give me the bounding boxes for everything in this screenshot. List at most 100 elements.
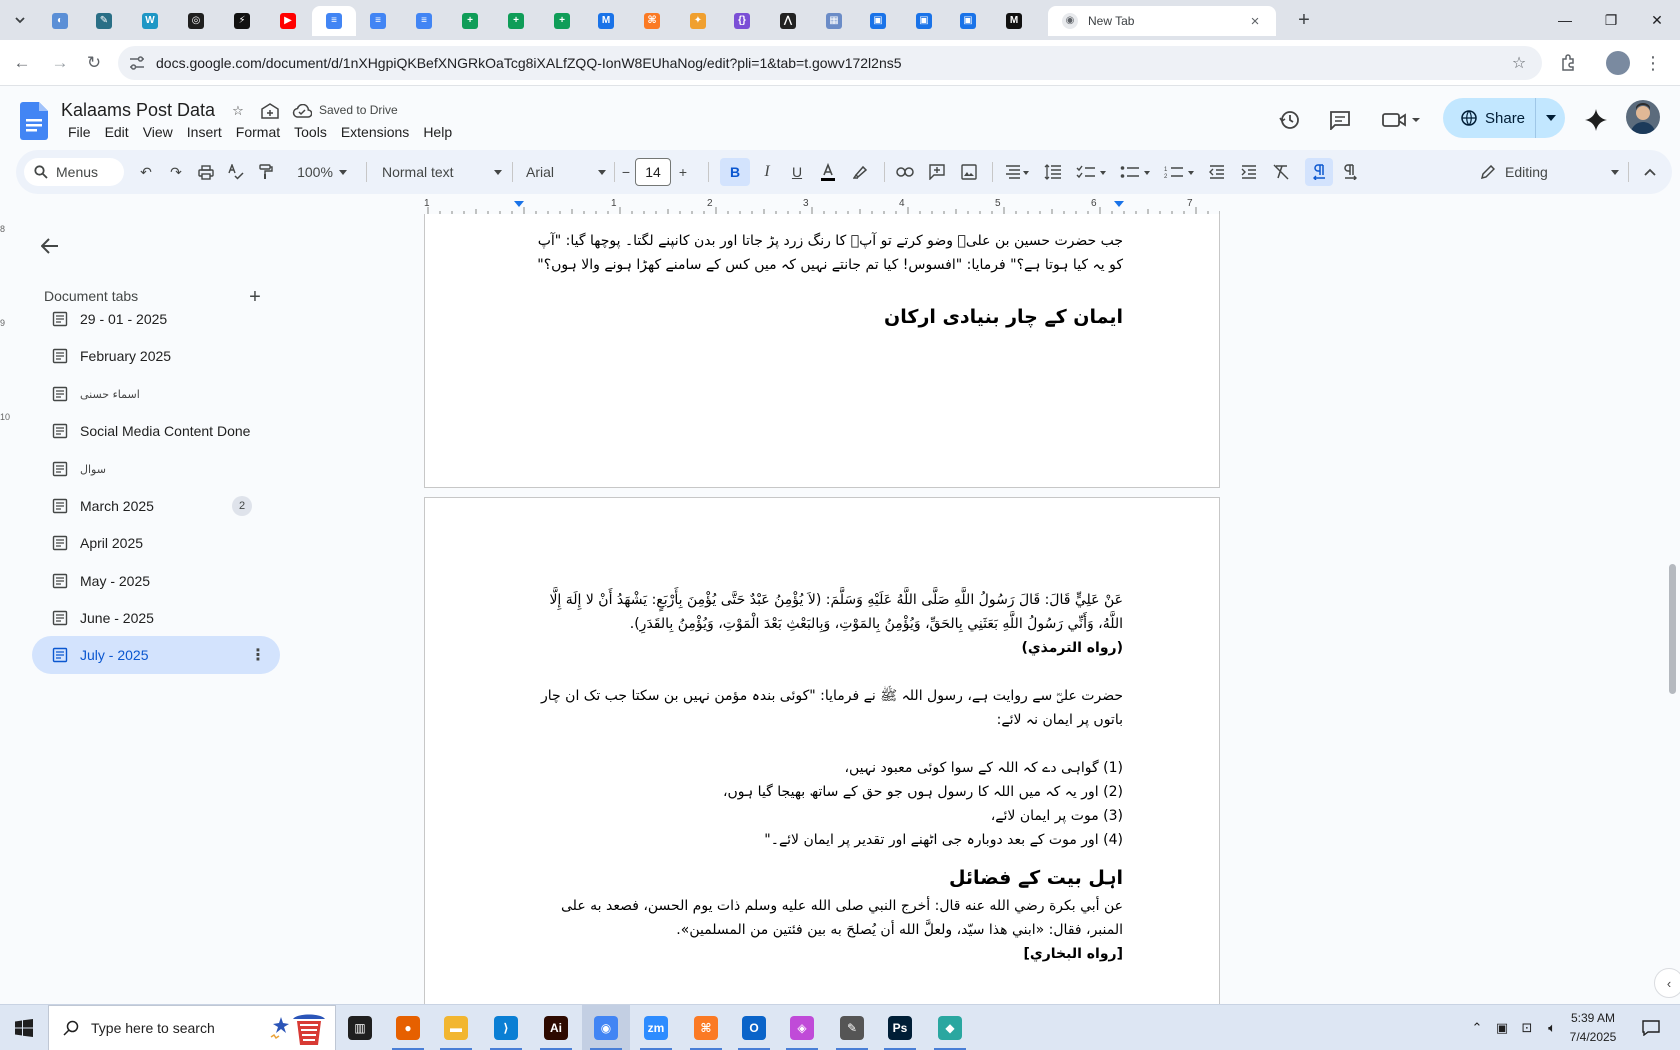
cloud-saved-icon[interactable]	[292, 102, 312, 120]
line-spacing-button[interactable]	[1039, 158, 1067, 186]
vertical-scrollbar[interactable]	[1664, 214, 1680, 1004]
document-tab-item[interactable]: سوال	[32, 450, 280, 488]
docs-tab-2[interactable]: ≡	[356, 6, 400, 36]
network-icon[interactable]: ⊡	[1516, 1017, 1538, 1039]
decrease-font-size-button[interactable]: −	[617, 158, 635, 186]
align-select[interactable]	[999, 158, 1035, 186]
back-button[interactable]: ←	[8, 49, 36, 77]
arabic-hadith[interactable]: عَنْ عَلِيٍّ قَالَ: قَالَ رَسُولُ اللَّه…	[523, 588, 1123, 636]
list-item[interactable]: (4) اور موت کے بعد دوبارہ جی اٹھنے اور ت…	[523, 828, 1123, 852]
taskbar-app-pen-tool[interactable]: ✎	[828, 1005, 876, 1050]
tray-overflow-icon[interactable]: ⌃	[1466, 1017, 1488, 1039]
spellcheck-button[interactable]	[222, 158, 250, 186]
taskbar-app-chrome[interactable]: ◉	[582, 1005, 630, 1050]
hadith-reference[interactable]: [رواه البخاري]	[523, 942, 1123, 966]
pen-tab[interactable]: ✎	[82, 6, 126, 36]
wordpress-tab[interactable]: W	[128, 6, 172, 36]
checklist-button[interactable]	[1071, 158, 1111, 186]
docs-tab-3[interactable]: ≡	[402, 6, 446, 36]
document-tab-item[interactable]: 29 - 01 - 2025	[32, 300, 280, 338]
document-tab-item[interactable]: May - 2025	[32, 562, 280, 600]
document-tab-item[interactable]: June - 2025	[32, 599, 280, 637]
insert-image-button[interactable]	[955, 158, 983, 186]
forms-tab-3[interactable]: ▣	[946, 6, 990, 36]
code-tab[interactable]: {}	[720, 6, 764, 36]
text-color-button[interactable]	[813, 158, 843, 186]
browser-profile-avatar[interactable]	[1606, 51, 1630, 75]
bookmark-star-icon[interactable]: ☆	[1506, 50, 1532, 76]
forward-button[interactable]: →	[46, 49, 74, 77]
reload-button[interactable]: ↻	[80, 49, 108, 77]
document-tab-item[interactable]: April 2025	[32, 524, 280, 562]
gemini-sparkle-icon[interactable]	[1582, 106, 1610, 134]
start-button[interactable]	[0, 1005, 48, 1050]
taskbar-app-file-explorer[interactable]: ▬	[432, 1005, 480, 1050]
document-page[interactable]: عَنْ عَلِيٍّ قَالَ: قَالَ رَسُولُ اللَّه…	[424, 497, 1220, 1004]
site-info-icon[interactable]	[126, 52, 148, 74]
browser-menu-icon[interactable]: ⋮	[1640, 50, 1666, 76]
print-button[interactable]	[192, 158, 220, 186]
clear-formatting-button[interactable]	[1267, 158, 1295, 186]
document-tab-item[interactable]: Social Media Content Done	[32, 412, 280, 450]
numbered-list-button[interactable]: 12	[1159, 158, 1199, 186]
taskbar-app-illustrator[interactable]: Ai	[532, 1005, 580, 1050]
urdu-translation[interactable]: حضرت علیؓ سے روایت ہے، رسول اللہ ﷺ نے فر…	[523, 684, 1123, 732]
menu-view[interactable]: View	[137, 124, 179, 140]
horizontal-ruler[interactable]: 1 1 2 3 4 5 6 7	[424, 198, 1220, 214]
list-item[interactable]: (3) موت پر ایمان لائے،	[523, 804, 1123, 828]
grid-tab[interactable]: ▦	[812, 6, 856, 36]
hadith-reference[interactable]: (رواه الترمذي)	[523, 636, 1123, 660]
ltr-paragraph-button[interactable]	[1337, 158, 1365, 186]
taskbar-search[interactable]: Type here to search	[48, 1005, 336, 1050]
rtl-paragraph-button[interactable]	[1305, 158, 1333, 186]
highlight-color-button[interactable]	[847, 158, 875, 186]
sheets-tab-2[interactable]: +	[494, 6, 538, 36]
decrease-indent-button[interactable]	[1203, 158, 1231, 186]
new-tab-button[interactable]: +	[1292, 9, 1316, 31]
menu-format[interactable]: Format	[230, 124, 286, 140]
docs-logo-icon[interactable]	[20, 102, 48, 140]
right-indent-marker[interactable]	[1114, 201, 1124, 207]
star-icon[interactable]: ☆	[228, 101, 248, 121]
comments-icon[interactable]	[1326, 106, 1354, 134]
restore-button[interactable]: ❐	[1588, 0, 1634, 40]
taskbar-app-photoshop[interactable]: Ps	[876, 1005, 924, 1050]
bold-button[interactable]: B	[720, 158, 750, 186]
m-tab[interactable]: M	[992, 6, 1036, 36]
underline-button[interactable]: U	[783, 158, 811, 186]
heading[interactable]: اہل بیت کے فضائل	[523, 866, 1123, 890]
sheets-tab-1[interactable]: +	[448, 6, 492, 36]
font-family-select[interactable]: Arial	[522, 158, 606, 186]
tab-options-icon[interactable]: ⋮	[246, 643, 270, 667]
search-highlight-image[interactable]	[267, 1011, 329, 1045]
tab-search-dropdown[interactable]	[8, 8, 32, 32]
lightning-tab[interactable]: ⚡	[220, 6, 264, 36]
taskbar-app-firefox[interactable]: ●	[384, 1005, 432, 1050]
list-item[interactable]: (2) اور یہ کہ میں اللہ کا رسول ہوں جو حق…	[523, 780, 1123, 804]
meet-call-icon[interactable]	[1380, 106, 1424, 134]
increase-indent-button[interactable]	[1235, 158, 1263, 186]
increase-font-size-button[interactable]: +	[673, 158, 693, 186]
paint-format-button[interactable]	[252, 158, 280, 186]
left-indent-marker[interactable]	[514, 201, 524, 207]
hide-menus-button[interactable]	[1636, 158, 1664, 186]
docs-tab-active[interactable]: ≡	[312, 6, 356, 36]
extensions-icon[interactable]	[1554, 50, 1582, 76]
editing-mode-select[interactable]: Editing	[1469, 158, 1619, 186]
paragraph[interactable]: جب حضرت حسین بن علیؓ وضو کرتے تو آپؓ کا …	[523, 229, 1123, 277]
taskbar-app-photos[interactable]: ◈	[778, 1005, 826, 1050]
app-tab-1[interactable]: ◐	[38, 6, 82, 36]
close-outline-button[interactable]	[36, 232, 64, 260]
share-button[interactable]: Share	[1443, 110, 1535, 127]
forms-tab-1[interactable]: ▣	[856, 6, 900, 36]
notifications-button[interactable]	[1636, 1013, 1666, 1043]
scrollbar-thumb[interactable]	[1669, 564, 1676, 694]
menu-extensions[interactable]: Extensions	[335, 124, 415, 140]
redo-button[interactable]: ↷	[162, 158, 190, 186]
version-history-icon[interactable]	[1276, 106, 1304, 134]
close-tab-icon[interactable]: ×	[1246, 12, 1264, 30]
dark-tab[interactable]: ⋀	[766, 6, 810, 36]
omnibox[interactable]: docs.google.com/document/d/1nXHgpiQKBefX…	[118, 46, 1542, 80]
heading[interactable]: ایمان کے چار بنیادی ارکان	[523, 305, 1123, 329]
move-to-folder-icon[interactable]	[260, 101, 280, 121]
